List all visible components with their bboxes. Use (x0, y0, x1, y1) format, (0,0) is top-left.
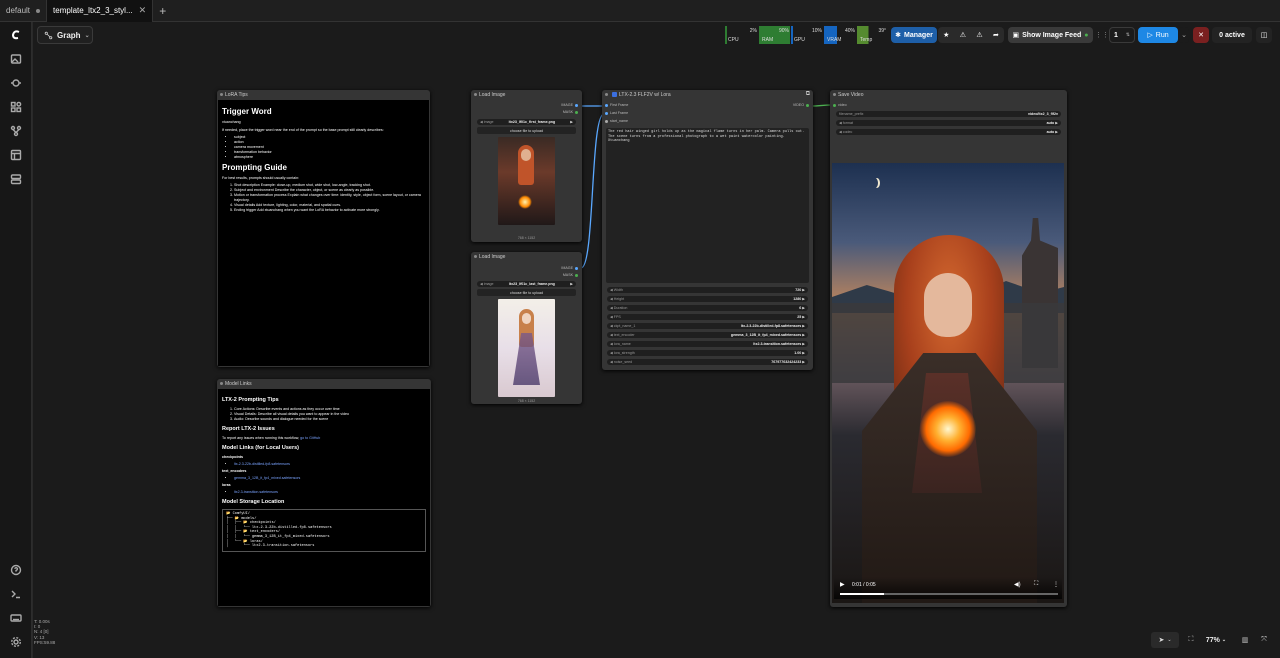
moon-icon (872, 178, 878, 188)
trigger-intro: If needed, place the trigger word near t… (222, 128, 384, 132)
play-icon[interactable]: ▶ (840, 581, 845, 588)
loras-label: loras (222, 483, 231, 487)
face (924, 273, 972, 337)
node-title: LoRA Tips (217, 90, 430, 99)
list-item: atmosphere (234, 155, 425, 160)
fullscreen-icon[interactable]: ⛶ (1034, 581, 1038, 588)
ltx-flf2v-node[interactable]: LTX-2.3 FLF2V w/ Lora ⧉ First Frame Last … (602, 90, 813, 370)
subgraph-icon (612, 92, 617, 97)
lora-link[interactable]: ltx2.3-transition.safetensors (234, 490, 278, 494)
model-links-heading: Model Links (for Local Users) (222, 445, 300, 451)
input-first-frame-port[interactable]: First Frame (605, 103, 628, 107)
filename-prefix-widget[interactable]: filename_prefix video/ltx2_3_flf2v (836, 111, 1061, 117)
text-encoder-link[interactable]: gemma_3_12B_it_fp4_mixed.safetensors (234, 476, 300, 480)
lora-name-widget[interactable]: ◀ lora_name ltx2.3-transition.safetensors… (607, 341, 808, 347)
cursor-icon: ➤ (1158, 637, 1165, 644)
load-image-node-1[interactable]: Load Image IMAGE MASK ◀ image ltx23_lf01c… (471, 90, 582, 242)
preview-image-last-frame (498, 299, 555, 397)
prompting-guide-heading: Prompting Guide (222, 163, 287, 172)
preview-image-first-frame (498, 137, 555, 225)
save-video-node[interactable]: Save Video video filename_prefix video/lt… (830, 90, 1067, 607)
lora-tips-node[interactable]: LoRA Tips Trigger Word xtuanchang If nee… (217, 90, 430, 367)
output-mask-port[interactable]: MASK (563, 273, 578, 277)
node-title: LTX-2.3 FLF2V w/ Lora (619, 91, 671, 98)
lora-tips-note: Trigger Word xtuanchang If needed, place… (218, 100, 429, 366)
text-encoders-label: text_encoders (222, 469, 247, 473)
guide-steps: Shot description Example: close-up, medi… (222, 183, 425, 213)
text-encoder-widget[interactable]: ◀ text_encoder gemma_3_12B_it_fp4_mixed.s… (607, 332, 808, 338)
ckpt-name-widget[interactable]: ◀ ckpt_name_1 ltx-2.3-22b-distilled-fp8.s… (607, 323, 808, 329)
checkpoints-label: checkpoints (222, 455, 243, 459)
image-select[interactable]: ◀ image ltx23_lf01c_first_frame.png ▶ (477, 119, 576, 125)
fire-orb (920, 401, 976, 457)
upload-button[interactable]: choose file to upload (477, 127, 576, 134)
upload-button[interactable]: choose file to upload (477, 289, 576, 296)
output-image-port[interactable]: IMAGE (561, 266, 578, 270)
input-last-frame-port[interactable]: Last Frame (605, 111, 628, 115)
node-title: Load Image (471, 90, 582, 99)
tips-list: Core Actions: Describe events and action… (222, 407, 426, 422)
node-title: Load Image (471, 252, 582, 261)
duration-widget[interactable]: ◀ Duration 6 ▶ (607, 305, 808, 311)
report-issues-heading: Report LTX-2 Issues (222, 426, 275, 432)
input-video-port[interactable]: video (833, 103, 847, 107)
zoom-level: 77% (1205, 636, 1220, 644)
image-select[interactable]: ◀ image ltx23_lf01c_last_frame.png ▶ (477, 281, 576, 287)
output-video-port[interactable]: VIDEO (793, 103, 809, 107)
storage-heading: Model Storage Location (222, 499, 285, 505)
storage-tree: 📂 ComfyUI/├── 📂 models/│ ├── 📂 checkpoin… (222, 509, 426, 552)
list-item: Ending trigger Add xtuanchang when you w… (234, 208, 425, 213)
volume-icon[interactable]: ◀) (1014, 581, 1021, 588)
video-time: 0:01 / 0:05 (852, 582, 876, 588)
prompt-textarea[interactable]: The red hair winged girl holds up as the… (606, 128, 809, 283)
model-links-node[interactable]: Model Links LTX-2 Prompting Tips Core Ac… (217, 379, 431, 607)
tree-line: │ └── ltx2.3-transition.safetensors (226, 544, 315, 549)
list-item: Audio: Describe sounds and dialogue need… (234, 417, 426, 422)
load-image-node-2[interactable]: Load Image IMAGE MASK ◀ image ltx23_lf01c… (471, 252, 582, 404)
zoom-control[interactable]: 77% ⌄ (1203, 632, 1229, 648)
report-line: To report any issues when running this w… (222, 436, 426, 441)
format-widget[interactable]: ◀ format auto ▶ (836, 120, 1061, 126)
chevron-down-icon: ⌄ (1221, 637, 1227, 643)
node-title: Save Video (830, 90, 1067, 99)
lora-strength-widget[interactable]: ◀ lora_strength 1.00 ▶ (607, 350, 808, 356)
trigger-bullets: subject action camera movement transform… (222, 135, 425, 160)
github-link[interactable]: go to GitHub (300, 436, 320, 440)
fit-view-icon[interactable]: ⛶ (1183, 632, 1199, 648)
minimap-icon[interactable]: ▥ (1238, 632, 1252, 648)
expand-icon[interactable]: ⧉ (806, 91, 810, 98)
select-tool-button[interactable]: ➤ ⌄ (1151, 632, 1179, 648)
trigger-word-value: xtuanchang (222, 120, 241, 124)
fps-widget[interactable]: ◀ FPS 25 ▶ (607, 314, 808, 320)
checkpoint-link[interactable]: ltx-2.3-22b-distilled-fp8.safetensors (234, 462, 290, 466)
more-options-icon[interactable]: ⋮ (1053, 581, 1059, 588)
video-player[interactable]: ▶ 0:01 / 0:05 ◀) ⛶ ⋮ (832, 163, 1064, 603)
input-text-port[interactable]: start_name (605, 119, 628, 123)
model-links-note: LTX-2 Prompting Tips Core Actions: Descr… (218, 389, 430, 606)
output-image-port[interactable]: IMAGE (561, 103, 578, 107)
width-widget[interactable]: ◀ Width 720 ▶ (607, 287, 808, 293)
video-controls: ▶ 0:01 / 0:05 ◀) ⛶ ⋮ (834, 577, 1062, 599)
node-title-bar: LTX-2.3 FLF2V w/ Lora ⧉ (602, 90, 813, 99)
codec-widget[interactable]: ◀ codec auto ▶ (836, 129, 1061, 135)
video-scrubber[interactable] (840, 593, 1058, 595)
output-mask-port[interactable]: MASK (563, 110, 578, 114)
link-visibility-icon[interactable]: ⤧ (1257, 632, 1271, 648)
prompting-tips-heading: LTX-2 Prompting Tips (222, 397, 279, 403)
noise-seed-widget[interactable]: ◀ noise_seed 767977632424233 ▶ (607, 359, 808, 365)
report-text: To report any issues when running this w… (222, 436, 300, 440)
image-size-caption: 768 × 1152 (517, 236, 536, 240)
node-title: Model Links (217, 379, 431, 388)
trigger-word-heading: Trigger Word (222, 107, 272, 116)
chevron-down-icon: ⌄ (1167, 637, 1172, 643)
canvas-stats: T: 0.00s I: 0 N: 4 [0] V: 13 FPS:59.88 (34, 619, 55, 645)
height-widget[interactable]: ◀ Height 1280 ▶ (607, 296, 808, 302)
guide-intro: For best results, prompts should usually… (222, 176, 300, 180)
stat-line: FPS:59.88 (34, 639, 56, 645)
image-size-caption: 768 × 1152 (517, 399, 536, 403)
list-item: Motion or transformation process Explain… (234, 193, 425, 203)
